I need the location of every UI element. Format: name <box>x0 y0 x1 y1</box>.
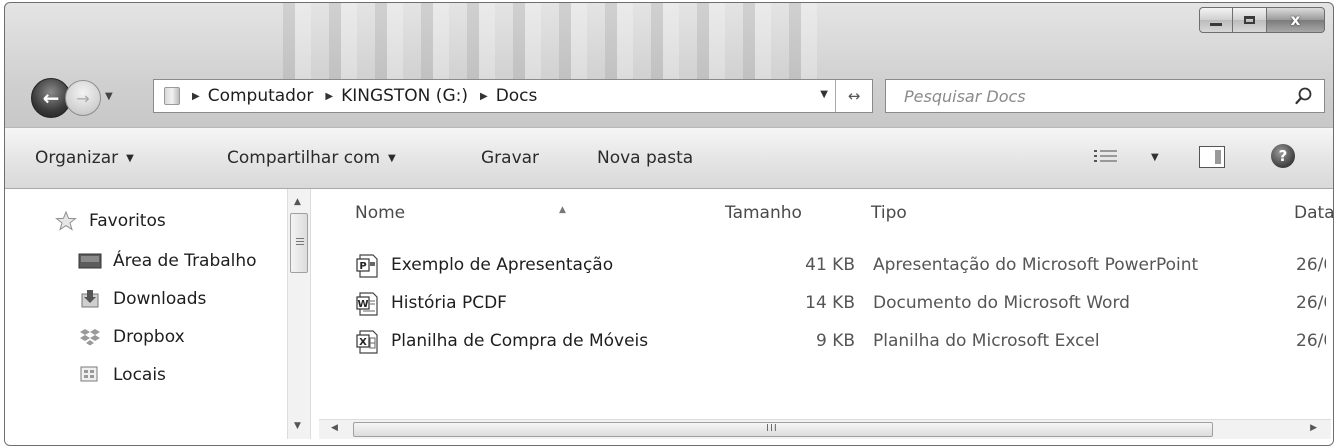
breadcrumb-docs[interactable]: Docs <box>496 86 538 106</box>
help-icon[interactable]: ? <box>1271 144 1295 168</box>
refresh-icon: ↔ <box>847 87 861 105</box>
file-name: História PCDF <box>391 293 507 313</box>
file-list: Nome ▲ Tamanho Tipo Data P Exemplo de Ap… <box>315 189 1333 439</box>
share-label: Compartilhar com <box>227 148 381 168</box>
file-name: Planilha de Compra de Móveis <box>391 331 649 351</box>
breadcrumb-separator-icon[interactable]: ▶ <box>480 91 488 102</box>
sidebar-item-label: Downloads <box>113 289 207 309</box>
svg-text:X: X <box>359 337 367 348</box>
chevron-down-icon: ▼ <box>126 153 134 164</box>
scroll-down-icon[interactable]: ▼ <box>294 421 301 431</box>
scrollbar-thumb[interactable] <box>290 213 308 273</box>
desktop-icon <box>77 251 103 271</box>
file-size: 9 KB <box>815 331 855 351</box>
chevron-down-icon: ▼ <box>388 153 396 164</box>
scroll-right-icon[interactable]: ▶ <box>1310 423 1317 433</box>
svg-text:W: W <box>357 299 368 310</box>
search-icon[interactable] <box>1294 86 1314 106</box>
sidebar-item-locais[interactable]: Locais <box>77 365 166 385</box>
share-menu[interactable]: Compartilhar com ▼ <box>227 148 396 168</box>
sort-ascending-icon: ▲ <box>559 205 566 215</box>
recent-places-icon <box>77 365 103 385</box>
search-placeholder: Pesquisar Docs <box>904 87 1026 106</box>
column-header-data[interactable]: Data <box>1294 203 1333 223</box>
content-area: Favoritos Área de Trabalho Downloads Dro… <box>5 189 1333 445</box>
breadcrumb-drive[interactable]: KINGSTON (G:) <box>341 86 468 106</box>
navigation-row: ← → ▼ ▶ Computador ▶ KINGSTON (G:) ▶ Doc… <box>5 69 1333 121</box>
file-name: Exemplo de Apresentação <box>391 255 614 275</box>
maximize-icon <box>1244 16 1255 24</box>
column-header-tipo[interactable]: Tipo <box>871 203 907 223</box>
address-dropdown-icon[interactable]: ▼ <box>820 89 828 100</box>
sidebar-item-dropbox[interactable]: Dropbox <box>77 327 185 347</box>
sidebar-item-downloads[interactable]: Downloads <box>77 289 206 309</box>
scrollbar-thumb[interactable]: III <box>353 422 1213 437</box>
star-icon <box>53 211 79 231</box>
file-type: Planilha do Microsoft Excel <box>873 331 1100 351</box>
breadcrumb-separator-icon[interactable]: ▶ <box>325 91 333 102</box>
sidebar-item-area-de-trabalho[interactable]: Área de Trabalho <box>77 251 257 271</box>
command-bar: Organizar ▼ Compartilhar com ▼ Gravar Nova… <box>5 127 1333 189</box>
column-header-label: Nome <box>355 203 406 223</box>
explorer-window: x ← → ▼ ▶ Computador ▶ KINGSTON (G:) ▶ D… <box>4 2 1334 446</box>
file-list-horizontal-scrollbar[interactable]: ◀ III ▶ <box>319 419 1331 439</box>
table-row[interactable]: P Exemplo de Apresentação 41 KB Apresent… <box>355 251 1333 281</box>
dropbox-icon <box>77 327 103 347</box>
maximize-button[interactable] <box>1233 7 1267 33</box>
minimize-icon <box>1210 22 1222 26</box>
sidebar-item-label: Favoritos <box>89 211 166 231</box>
file-date: 26/0 <box>1296 331 1326 351</box>
close-icon: x <box>1290 11 1301 29</box>
refresh-button[interactable]: ↔ <box>835 80 872 112</box>
caption-buttons: x <box>1199 7 1325 33</box>
file-type: Documento do Microsoft Word <box>873 293 1130 313</box>
column-header-nome[interactable]: Nome ▲ <box>355 203 566 223</box>
table-row[interactable]: X Planilha de Compra de Móveis 9 KB Plan… <box>355 327 1333 357</box>
folder-icon <box>164 87 180 105</box>
table-row[interactable]: W História PCDF 14 KB Documento do Micro… <box>355 289 1333 319</box>
minimize-button[interactable] <box>1199 7 1233 33</box>
file-size: 41 KB <box>805 255 855 275</box>
burn-button[interactable]: Gravar <box>481 148 539 168</box>
organize-menu[interactable]: Organizar ▼ <box>35 148 134 168</box>
view-dropdown-icon[interactable]: ▼ <box>1151 152 1159 163</box>
excel-file-icon: X <box>356 330 378 354</box>
file-size: 14 KB <box>805 293 855 313</box>
breadcrumb-separator-icon[interactable]: ▶ <box>192 91 200 102</box>
forward-arrow-icon: → <box>76 88 90 108</box>
new-folder-button[interactable]: Nova pasta <box>597 148 693 168</box>
navigation-pane: Favoritos Área de Trabalho Downloads Dro… <box>5 189 285 439</box>
view-options-icon[interactable] <box>1093 148 1119 166</box>
back-arrow-icon: ← <box>42 86 60 110</box>
scroll-left-icon[interactable]: ◀ <box>331 423 338 433</box>
powerpoint-file-icon: P <box>356 254 378 278</box>
navigation-pane-scrollbar[interactable]: ▲ ▼ <box>287 189 311 439</box>
word-file-icon: W <box>356 292 378 316</box>
organize-label: Organizar <box>35 148 119 168</box>
svg-text:P: P <box>359 261 366 272</box>
address-bar[interactable]: ▶ Computador ▶ KINGSTON (G:) ▶ Docs ▼ ↔ <box>153 79 873 113</box>
file-type: Apresentação do Microsoft PowerPoint <box>873 255 1199 275</box>
breadcrumb-computador[interactable]: Computador <box>208 86 314 106</box>
forward-button[interactable]: → <box>65 80 101 116</box>
downloads-icon <box>77 289 103 309</box>
file-date: 26/0 <box>1296 293 1326 313</box>
column-header-tamanho[interactable]: Tamanho <box>725 203 802 223</box>
sidebar-item-label: Dropbox <box>113 327 185 347</box>
sidebar-item-label: Locais <box>113 365 166 385</box>
sidebar-item-label: Área de Trabalho <box>113 251 257 271</box>
history-dropdown-icon[interactable]: ▼ <box>105 91 113 102</box>
search-box[interactable]: Pesquisar Docs <box>885 79 1325 113</box>
file-date: 26/0 <box>1296 255 1326 275</box>
close-button[interactable]: x <box>1267 7 1325 33</box>
sidebar-item-favoritos[interactable]: Favoritos <box>53 211 166 231</box>
scroll-up-icon[interactable]: ▲ <box>294 197 301 207</box>
scrollbar-grip: III <box>766 423 778 434</box>
scrollbar-grip <box>296 238 304 247</box>
preview-pane-icon[interactable] <box>1199 146 1225 168</box>
